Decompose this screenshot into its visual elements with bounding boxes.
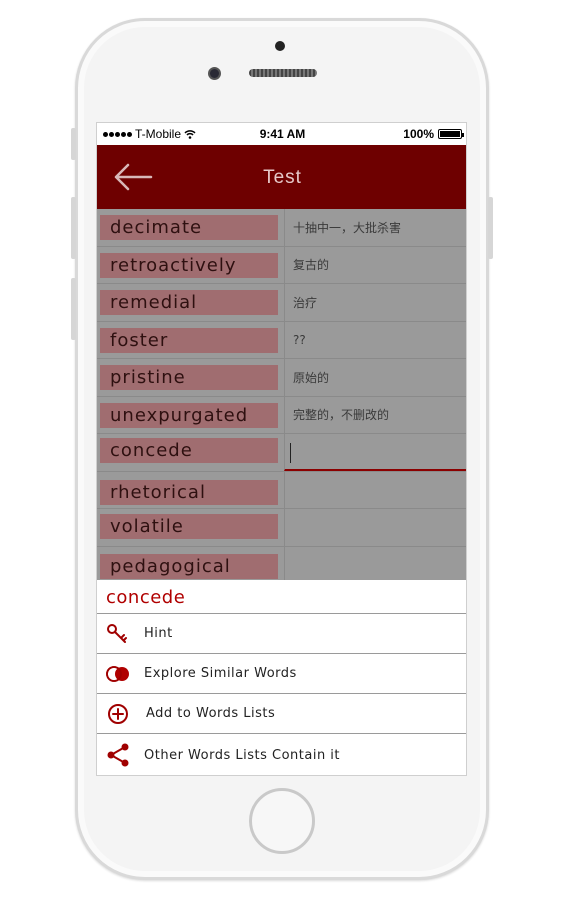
navigation-bar: Test bbox=[97, 145, 466, 209]
meaning-input[interactable] bbox=[284, 434, 466, 471]
page-title: Test bbox=[263, 167, 302, 188]
word-label: unexpurgated bbox=[100, 402, 278, 428]
sheet-title: concede bbox=[97, 580, 466, 614]
word-label: remedial bbox=[100, 290, 278, 315]
word-row[interactable]: foster ?? bbox=[97, 321, 466, 359]
meaning-text[interactable]: 治疗 bbox=[284, 284, 466, 321]
word-row[interactable]: decimate 十抽中一，大批杀害 bbox=[97, 209, 466, 247]
home-button[interactable] bbox=[249, 788, 315, 854]
proximity-sensor bbox=[275, 41, 285, 51]
screen: T-Mobile 9:41 AM 100% Test decimate 十抽中一… bbox=[96, 122, 467, 776]
meaning-text[interactable] bbox=[284, 546, 466, 584]
action-sheet: concede Hint Explore Similar Words Add t… bbox=[97, 580, 466, 775]
key-icon bbox=[107, 623, 127, 643]
meaning-text[interactable]: 原始的 bbox=[284, 359, 466, 396]
power-button bbox=[488, 197, 493, 259]
word-label: pedagogical bbox=[100, 553, 278, 579]
add-circle-icon bbox=[108, 703, 128, 724]
meaning-text[interactable]: 十抽中一，大批杀害 bbox=[284, 209, 466, 246]
hint-label: Hint bbox=[144, 626, 173, 641]
meaning-text[interactable]: 复古的 bbox=[284, 246, 466, 283]
mute-switch bbox=[71, 128, 76, 160]
word-row[interactable]: pedagogical bbox=[97, 546, 466, 584]
text-caret bbox=[290, 443, 291, 463]
word-row[interactable]: retroactively 复古的 bbox=[97, 246, 466, 284]
word-label: retroactively bbox=[100, 252, 278, 278]
word-list: decimate 十抽中一，大批杀害 retroactively 复古的 rem… bbox=[97, 209, 466, 584]
word-label: pristine bbox=[100, 365, 278, 390]
explore-similar-button[interactable]: Explore Similar Words bbox=[97, 654, 466, 694]
word-label: foster bbox=[100, 327, 278, 353]
earpiece-speaker bbox=[249, 69, 317, 77]
meaning-text[interactable] bbox=[284, 509, 466, 546]
explore-similar-label: Explore Similar Words bbox=[144, 666, 297, 681]
add-to-lists-button[interactable]: Add to Words Lists bbox=[97, 694, 466, 734]
battery-status: 100% bbox=[403, 127, 464, 141]
venn-icon bbox=[106, 665, 129, 682]
meaning-text[interactable]: ?? bbox=[284, 321, 466, 358]
volume-down-button bbox=[71, 278, 76, 340]
word-row-active[interactable]: concede bbox=[97, 434, 466, 472]
front-camera bbox=[208, 67, 221, 80]
add-to-lists-label: Add to Words Lists bbox=[146, 706, 276, 721]
status-bar: T-Mobile 9:41 AM 100% bbox=[97, 123, 466, 145]
word-label: decimate bbox=[100, 215, 278, 240]
word-label: rhetorical bbox=[100, 479, 278, 505]
word-label: volatile bbox=[100, 514, 278, 539]
word-row[interactable]: rhetorical bbox=[97, 471, 466, 509]
word-row[interactable]: volatile bbox=[97, 509, 466, 547]
word-row[interactable]: remedial 治疗 bbox=[97, 284, 466, 322]
other-lists-button[interactable]: Other Words Lists Contain it bbox=[97, 734, 466, 775]
word-row[interactable]: pristine 原始的 bbox=[97, 359, 466, 397]
meaning-text[interactable] bbox=[284, 471, 466, 508]
meaning-text[interactable]: 完整的，不删改的 bbox=[284, 396, 466, 433]
word-label: concede bbox=[100, 438, 278, 463]
share-icon bbox=[107, 743, 129, 767]
word-row[interactable]: unexpurgated 完整的，不删改的 bbox=[97, 396, 466, 434]
other-lists-label: Other Words Lists Contain it bbox=[144, 747, 341, 763]
battery-percent: 100% bbox=[403, 127, 434, 141]
hint-button[interactable]: Hint bbox=[97, 614, 466, 654]
volume-up-button bbox=[71, 197, 76, 259]
battery-icon bbox=[438, 129, 464, 139]
